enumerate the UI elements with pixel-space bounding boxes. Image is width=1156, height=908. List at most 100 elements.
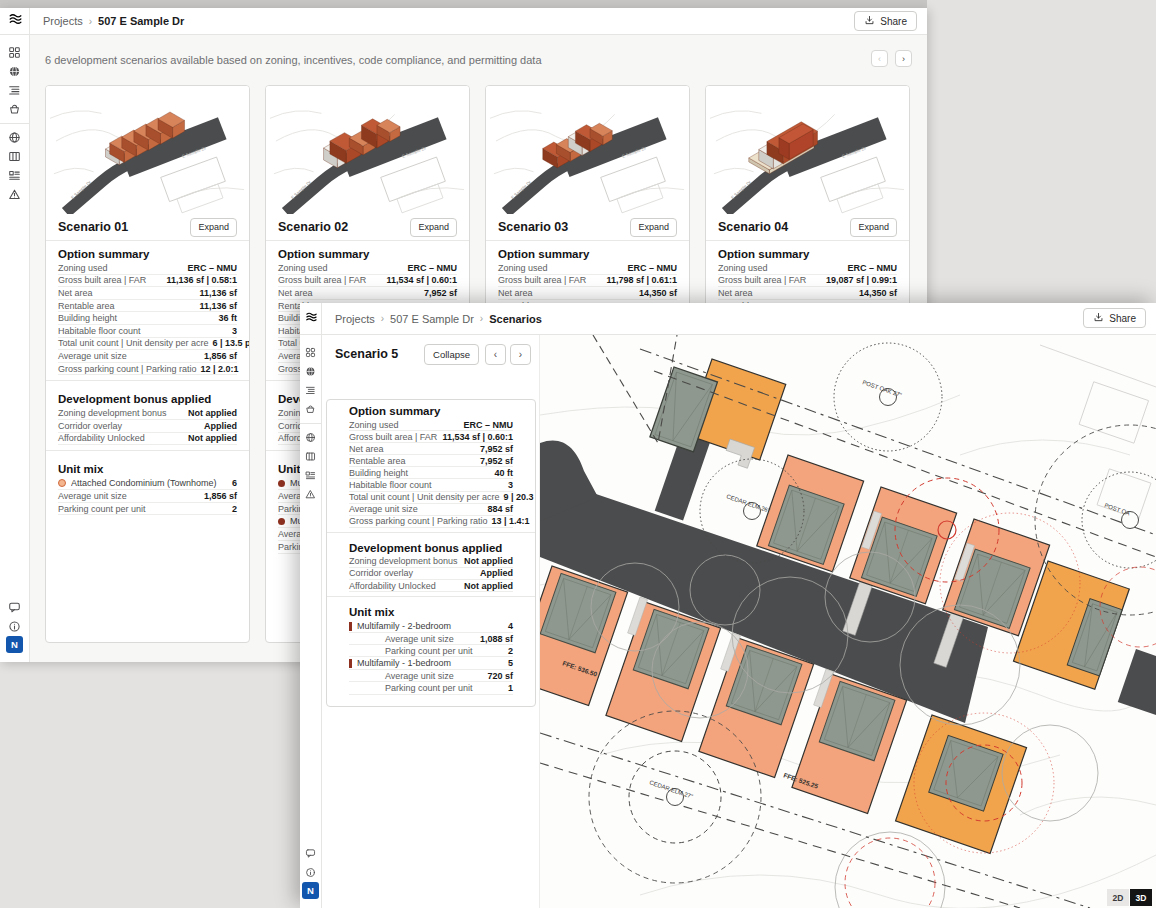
row-label: Gross built area | FAR: [498, 275, 586, 285]
summary-row: Affordability UnlockedNot applied: [349, 580, 513, 592]
breadcrumb-projects[interactable]: Projects: [43, 15, 83, 27]
chevron-right-icon: ›: [89, 16, 92, 27]
card-title-row: Scenario 03Expand: [486, 214, 689, 240]
unit-marker-icon: [349, 659, 352, 668]
row-value: 7,952 sf: [480, 456, 513, 466]
basket-icon[interactable]: [301, 400, 320, 419]
unit-name: Multifamily - 2-bedroom: [357, 621, 503, 631]
chevron-right-icon: ›: [480, 313, 483, 324]
scenario-title: Scenario 5: [335, 347, 424, 361]
scenario-card-title: Scenario 02: [278, 220, 348, 234]
option-summary-section: Option summaryZoning usedERC – NMUGross …: [46, 241, 249, 375]
option-summary-title: Option summary: [718, 241, 897, 262]
row-label: Gross parking count | Parking ratio: [58, 364, 196, 374]
winA-header: Projects › 507 E Sample Dr Share: [0, 8, 927, 35]
summary-row: Net area7,952 sf: [278, 287, 457, 300]
summary-row: Habitable floor count3: [58, 325, 237, 338]
share-button[interactable]: Share: [1083, 308, 1146, 328]
share-icon: [1093, 312, 1104, 325]
summary-row: Total unit count | Unit density per acre…: [349, 492, 513, 504]
row-label: Total unit count | Unit density per acre: [349, 492, 499, 502]
toggle-2d-button[interactable]: 2D: [1107, 889, 1129, 906]
row-label: Parking count per unit: [385, 646, 473, 656]
section-divider: [327, 596, 535, 597]
pager-next-button[interactable]: ›: [895, 50, 912, 67]
unit-mix-row: Multifamily - 1-bedroom5: [349, 657, 513, 670]
info-icon[interactable]: [5, 617, 24, 636]
pager-prev-button[interactable]: ‹: [871, 50, 888, 67]
summary-row: Zoning usedERC – NMU: [349, 419, 513, 431]
expand-button[interactable]: Expand: [410, 218, 457, 237]
chat-icon[interactable]: [5, 598, 24, 617]
row-label: Net area: [278, 288, 313, 298]
chat-icon[interactable]: [301, 844, 320, 863]
expand-button[interactable]: Expand: [190, 218, 237, 237]
row-value: 36 ft: [218, 313, 237, 323]
scenario-thumbnail: E Sample DrE Sample Dr: [706, 86, 909, 214]
unit-marker-icon: [58, 479, 66, 487]
row-value: Not applied: [188, 408, 237, 418]
row-label: Zoning used: [278, 263, 328, 273]
row-value: 11,136 sf: [199, 301, 237, 311]
grid-icon[interactable]: [301, 343, 320, 362]
next-scenario-button[interactable]: ›: [510, 344, 531, 365]
list-indent-icon[interactable]: [5, 81, 24, 100]
info-icon[interactable]: [301, 863, 320, 882]
grid-icon[interactable]: [5, 43, 24, 62]
row-value: ERC – NMU: [463, 420, 513, 430]
list-box-icon[interactable]: [301, 466, 320, 485]
toggle-3d-button[interactable]: 3D: [1130, 889, 1152, 906]
scenario-thumbnail: E Sample DrE Sample Dr: [46, 86, 249, 214]
summary-row: Zoning usedERC – NMU: [498, 262, 677, 275]
collapse-button[interactable]: Collapse: [424, 344, 479, 365]
site-plan-map[interactable]: POST OAK 27"CEDAR ELM 26"CEDAR ELM 27"PO…: [540, 335, 1156, 908]
user-badge[interactable]: N: [6, 636, 23, 653]
globe-wire-icon[interactable]: [5, 128, 24, 147]
prev-scenario-button[interactable]: ‹: [485, 344, 506, 365]
breadcrumb-project-name[interactable]: 507 E Sample Dr: [390, 313, 474, 325]
globe-wire-icon[interactable]: [301, 428, 320, 447]
breadcrumb: Projects › 507 E Sample Dr: [30, 15, 184, 27]
breadcrumb-scenarios: Scenarios: [489, 313, 542, 325]
warning-icon[interactable]: [301, 485, 320, 504]
row-value: 14,350 sf: [639, 288, 677, 298]
list-box-icon[interactable]: [5, 166, 24, 185]
list-indent-icon[interactable]: [301, 381, 320, 400]
app-logo[interactable]: [0, 8, 30, 34]
row-label: Gross built area | FAR: [58, 275, 146, 285]
expand-button[interactable]: Expand: [850, 218, 897, 237]
warning-icon[interactable]: [5, 185, 24, 204]
winB-sidebar: N: [300, 335, 322, 908]
basket-icon[interactable]: [5, 100, 24, 119]
globe-icon[interactable]: [301, 362, 320, 381]
row-label: Gross built area | FAR: [349, 432, 437, 442]
winA-sidebar: N: [0, 35, 30, 662]
expand-button[interactable]: Expand: [630, 218, 677, 237]
globe-icon[interactable]: [5, 62, 24, 81]
scenarios-subtitle: 6 development scenarios available based …: [45, 54, 542, 66]
columns-icon[interactable]: [301, 447, 320, 466]
summary-row: Corridor overlayApplied: [349, 568, 513, 580]
summary-row: Gross built area | FAR 11,534 sf | 0.60:1: [349, 431, 513, 443]
row-value: 3: [508, 480, 513, 490]
summary-row: Zoning usedERC – NMU: [718, 262, 897, 275]
share-button[interactable]: Share: [854, 11, 917, 31]
unit-mix-row: Multifamily - 2-bedroom 4: [349, 620, 513, 633]
columns-icon[interactable]: [5, 147, 24, 166]
summary-row: Zoning development bonusNot applied: [58, 407, 237, 420]
app-logo[interactable]: [300, 303, 322, 334]
row-value: 1: [508, 683, 513, 693]
summary-row: Gross built area | FAR11,798 sf | 0.61:1: [498, 275, 677, 288]
row-value: 2: [508, 646, 513, 656]
summary-row: Parking count per unit 2: [349, 645, 513, 657]
summary-row: Average unit size884 sf: [349, 504, 513, 516]
card-title-row: Scenario 01Expand: [46, 214, 249, 240]
row-label: Average unit size: [385, 671, 454, 681]
breadcrumb-projects[interactable]: Projects: [335, 313, 375, 325]
row-value: 11,534 sf | 0.60:1: [442, 432, 513, 442]
user-badge[interactable]: N: [302, 882, 319, 899]
unit-count: 4: [508, 621, 513, 631]
summary-row: Average unit size1,856 sf: [58, 350, 237, 363]
scenario-detail-window: Projects › 507 E Sample Dr › Scenarios S…: [300, 303, 1156, 908]
bonus-section: Development bonus appliedZoning developm…: [337, 537, 525, 592]
